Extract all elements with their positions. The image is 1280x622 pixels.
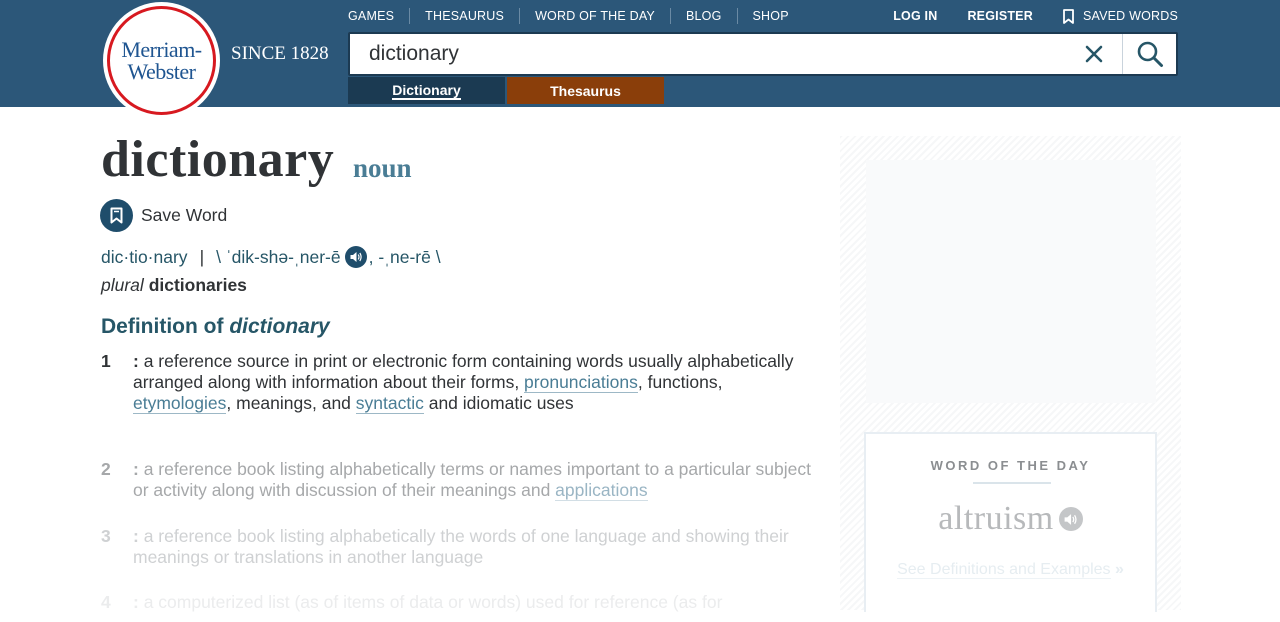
sense-text: : a reference book listing alphabeticall… — [133, 459, 821, 501]
register-link[interactable]: REGISTER — [967, 9, 1033, 23]
sense-text-part: a reference book listing alphabetically … — [133, 459, 811, 500]
sense-text: : a reference book listing alphabeticall… — [133, 526, 821, 568]
plural-word: dictionaries — [148, 275, 247, 295]
plural-label: plural — [101, 275, 144, 295]
bookmark-icon — [1063, 8, 1074, 24]
pronunciation: \ ˈdik-shə-ˌner-ē — [216, 246, 341, 267]
nav-games[interactable]: GAMES — [348, 8, 409, 24]
nav-word-of-the-day[interactable]: WORD OF THE DAY — [519, 8, 670, 24]
syllables: dic·tio·nary — [101, 246, 188, 267]
tab-thesaurus[interactable]: Thesaurus — [507, 77, 664, 104]
sense-text: : a computerized list (as of items of da… — [133, 592, 821, 613]
definition-heading-word: dictionary — [229, 315, 330, 338]
sense-text-part: , functions, — [637, 372, 723, 392]
logo-ring: Merriam- Webster — [107, 6, 216, 115]
wotd-word[interactable]: altruism — [938, 500, 1053, 538]
user-nav: LOG IN REGISTER SAVED WORDS — [863, 8, 1178, 24]
plural-row: plural dictionaries — [101, 275, 247, 296]
search-input[interactable] — [350, 34, 1070, 74]
login-link[interactable]: LOG IN — [893, 9, 937, 23]
bookmark-icon — [110, 207, 123, 224]
sense-text-part: , meanings, and — [226, 393, 356, 413]
wotd-divider — [973, 482, 1051, 484]
sense-text: : a reference source in print or electro… — [133, 351, 821, 414]
word-of-the-day-card: WORD OF THE DAY altruism See Definitions… — [864, 432, 1157, 612]
search-icon[interactable] — [1136, 40, 1164, 68]
headword: dictionary — [101, 131, 335, 188]
save-word-icon-circle — [100, 199, 133, 232]
sense-text-part: a reference book listing alphabetically … — [133, 526, 789, 567]
tab-thesaurus-label: Thesaurus — [550, 82, 621, 99]
pronunciation-row: dic·tio·nary | \ ˈdik-shə-ˌner-ē , -ˌne-… — [101, 246, 441, 268]
definition-heading: Definition of dictionary — [101, 315, 330, 339]
sense-number: 2 — [101, 459, 111, 479]
logo-line-2: Webster — [127, 58, 196, 84]
search-divider — [1122, 34, 1123, 74]
close-icon[interactable] — [1082, 42, 1106, 66]
link-syntactic[interactable]: syntactic — [355, 393, 424, 414]
link-pronunciations[interactable]: pronunciations — [524, 372, 638, 393]
tab-dictionary-label: Dictionary — [392, 81, 461, 100]
wotd-link-arrow: » — [1115, 561, 1124, 578]
sense-text-part: and idiomatic uses — [423, 393, 574, 413]
saved-words-link[interactable]: SAVED WORDS — [1063, 8, 1178, 24]
nav-thesaurus[interactable]: THESAURUS — [409, 8, 519, 24]
speaker-icon[interactable] — [1058, 507, 1083, 531]
link-etymologies[interactable]: etymologies — [133, 393, 227, 414]
merriam-webster-logo[interactable]: Merriam- Webster — [103, 2, 220, 119]
sense-number: 1 — [101, 351, 111, 371]
logo-line-1: Merriam- — [121, 36, 202, 62]
save-word-button[interactable]: Save Word — [100, 199, 227, 232]
part-of-speech[interactable]: noun — [353, 153, 412, 184]
pron-separator: | — [199, 246, 205, 267]
sense-number: 4 — [101, 592, 111, 612]
sense-text-part: a computerized list (as of items of data… — [138, 592, 723, 612]
pronunciation-alt: , -ˌne-rē \ — [368, 246, 441, 267]
save-word-label: Save Word — [141, 205, 228, 225]
nav-shop[interactable]: SHOP — [736, 8, 789, 24]
top-nav: GAMES THESAURUS WORD OF THE DAY BLOG SHO… — [348, 8, 789, 24]
speaker-icon[interactable] — [344, 246, 367, 268]
wotd-title: WORD OF THE DAY — [930, 458, 1091, 473]
link-applications[interactable]: applications — [555, 480, 648, 501]
tab-dictionary[interactable]: Dictionary — [348, 77, 505, 104]
ad-slot — [866, 160, 1156, 403]
wotd-word-row: altruism — [866, 500, 1155, 538]
since-tagline: SINCE 1828 — [231, 43, 329, 64]
definition-heading-prefix: Definition of — [101, 315, 224, 338]
search-bar — [348, 32, 1178, 76]
saved-words-label: SAVED WORDS — [1082, 9, 1178, 23]
nav-blog[interactable]: BLOG — [669, 8, 737, 24]
wotd-link-label: See Definitions and Examples — [897, 561, 1111, 579]
sense-number: 3 — [101, 526, 111, 546]
wotd-see-definitions-link[interactable]: See Definitions and Examples » — [866, 561, 1155, 579]
